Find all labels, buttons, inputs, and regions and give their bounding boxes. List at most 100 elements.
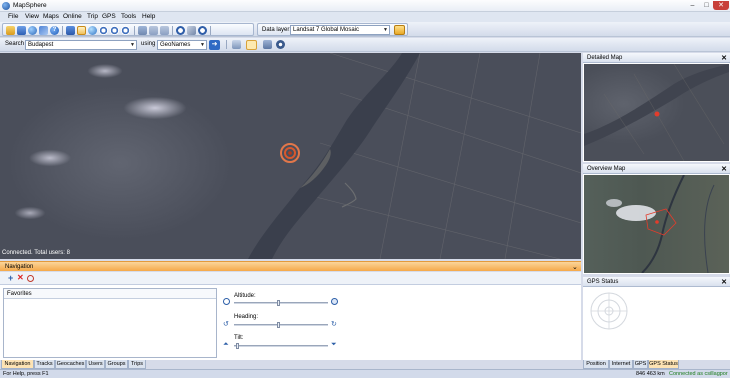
zoom-out-icon[interactable] [223, 298, 230, 305]
favorites-list[interactable]: Favorites [3, 288, 217, 358]
search-input[interactable]: Budapest ▼ [25, 40, 137, 50]
navigation-title: Navigation [5, 264, 34, 270]
tools-icon[interactable] [187, 26, 196, 35]
tab-groups[interactable]: Groups [105, 360, 128, 369]
menu-online[interactable]: Online [63, 13, 82, 20]
tab-tracks[interactable]: Tracks [34, 360, 55, 369]
close-button[interactable]: ✕ [713, 1, 729, 10]
tab-gps[interactable]: GPS [633, 360, 648, 369]
tilt-slider-thumb[interactable] [236, 343, 239, 349]
rotate-left-icon[interactable]: ↺ [223, 320, 229, 328]
help-icon[interactable]: ? [50, 26, 59, 35]
route-icon[interactable] [27, 275, 34, 282]
title-bar: MapSphere – □ ✕ [0, 0, 730, 12]
pan-tool-icon[interactable] [246, 40, 257, 50]
map-connection-status: Connected. Total users: 8 [2, 250, 70, 256]
zoom-menu-icon[interactable] [121, 26, 130, 35]
menu-gps[interactable]: GPS [102, 13, 116, 20]
chevron-down-icon: ▼ [130, 42, 135, 48]
overview-map-terrain [606, 175, 715, 273]
gps-status-pane: GPS Status ✕ [583, 277, 730, 360]
add-icon[interactable]: + [8, 273, 13, 283]
menu-maps[interactable]: Maps [43, 13, 59, 20]
tab-users[interactable]: Users [86, 360, 105, 369]
chevron-down-icon: ▼ [383, 27, 388, 33]
location-target-icon[interactable] [280, 143, 300, 163]
altitude-slider-thumb[interactable] [277, 300, 280, 306]
tilt-label: Tilt: [234, 335, 244, 341]
close-icon[interactable]: ✕ [721, 165, 727, 173]
zoom-in-icon[interactable] [99, 26, 108, 35]
menu-file[interactable]: File [8, 13, 18, 20]
heading-slider[interactable] [234, 322, 328, 328]
status-connection: Connected as csillagpor [669, 371, 728, 377]
route-back-icon[interactable] [160, 26, 169, 35]
globe-icon[interactable] [28, 26, 37, 35]
delete-icon[interactable]: ✕ [17, 273, 24, 282]
tab-navigation[interactable]: Navigation [1, 360, 34, 369]
route-forward-icon[interactable] [149, 26, 158, 35]
chevron-down-icon[interactable]: ⌄ [572, 263, 578, 271]
search-provider-select[interactable]: GeoNames ▼ [157, 40, 207, 50]
tab-trips[interactable]: Trips [128, 360, 146, 369]
overview-map-header: Overview Map ✕ [583, 164, 730, 174]
go-arrow-icon[interactable]: ➜ [209, 40, 220, 50]
save-icon[interactable] [17, 26, 26, 35]
search-provider-value: GeoNames [160, 42, 191, 48]
detailed-map-terrain [584, 64, 729, 161]
detailed-map-pane: Detailed Map ✕ [583, 53, 730, 162]
open-folder-icon[interactable] [6, 26, 15, 35]
undo-icon[interactable] [176, 26, 185, 35]
chevron-down-icon: ▼ [200, 42, 205, 48]
pointer-icon[interactable] [263, 40, 272, 49]
map-view-icon[interactable] [77, 26, 86, 35]
earth-icon[interactable] [88, 26, 97, 35]
altitude-slider[interactable] [234, 300, 328, 306]
redo-icon[interactable] [198, 26, 207, 35]
data-layer-settings-icon[interactable] [394, 25, 405, 35]
toolbar-separator [210, 26, 211, 35]
maximize-button[interactable]: □ [700, 1, 713, 10]
menu-bar: File View Maps Online Trip GPS Tools Hel… [0, 12, 730, 22]
tab-internet[interactable]: Internet [609, 360, 633, 369]
menu-help[interactable]: Help [142, 13, 155, 20]
close-icon[interactable]: ✕ [721, 278, 727, 286]
overview-map-view[interactable] [584, 175, 729, 273]
navigation-header[interactable]: Navigation ⌄ [0, 261, 581, 271]
layers-icon[interactable] [66, 26, 75, 35]
app-globe-icon [2, 2, 10, 10]
tilt-slider[interactable] [234, 343, 328, 349]
data-layer-select[interactable]: Landsat 7 Global Mosaic ▼ [290, 25, 390, 35]
zoom-in-icon[interactable] [331, 298, 338, 305]
tilt-down-icon[interactable]: ⏷ [331, 341, 337, 349]
main-map[interactable]: Connected. Total users: 8 [0, 53, 581, 259]
toolbar-separator [172, 26, 173, 35]
data-layer-value: Landsat 7 Global Mosaic [293, 27, 360, 33]
settings-icon[interactable] [276, 40, 285, 49]
zoom-out-icon[interactable] [110, 26, 119, 35]
rotate-right-icon[interactable]: ↻ [331, 320, 337, 328]
favorites-header: Favorites [4, 289, 216, 299]
heading-slider-thumb[interactable] [277, 322, 280, 328]
menu-trip[interactable]: Trip [87, 13, 98, 20]
search-label: Search [5, 41, 25, 47]
status-distance: 846 463 km [636, 371, 665, 377]
download-icon[interactable] [138, 26, 147, 35]
navigation-toolbar: + ✕ [0, 272, 581, 285]
tab-position[interactable]: Position [583, 360, 609, 369]
find-place-icon[interactable] [232, 40, 241, 49]
menu-tools[interactable]: Tools [121, 13, 136, 20]
gps-status-header: GPS Status ✕ [583, 277, 730, 287]
minimize-button[interactable]: – [686, 1, 699, 10]
tab-gps-status[interactable]: GPS Status [648, 360, 679, 369]
close-icon[interactable]: ✕ [721, 54, 727, 62]
tilt-up-icon[interactable]: ⏶ [223, 341, 229, 349]
menu-view[interactable]: View [25, 13, 39, 20]
pen-icon[interactable] [39, 26, 48, 35]
toolbar-separator [226, 40, 227, 49]
status-bar: For Help, press F1 846 463 km Connected … [0, 369, 730, 378]
toolbar-strip: ? [2, 23, 254, 36]
tab-geocaches[interactable]: Geocaches [55, 360, 86, 369]
detailed-map-view[interactable] [584, 64, 729, 161]
status-help-text: For Help, press F1 [3, 371, 49, 377]
